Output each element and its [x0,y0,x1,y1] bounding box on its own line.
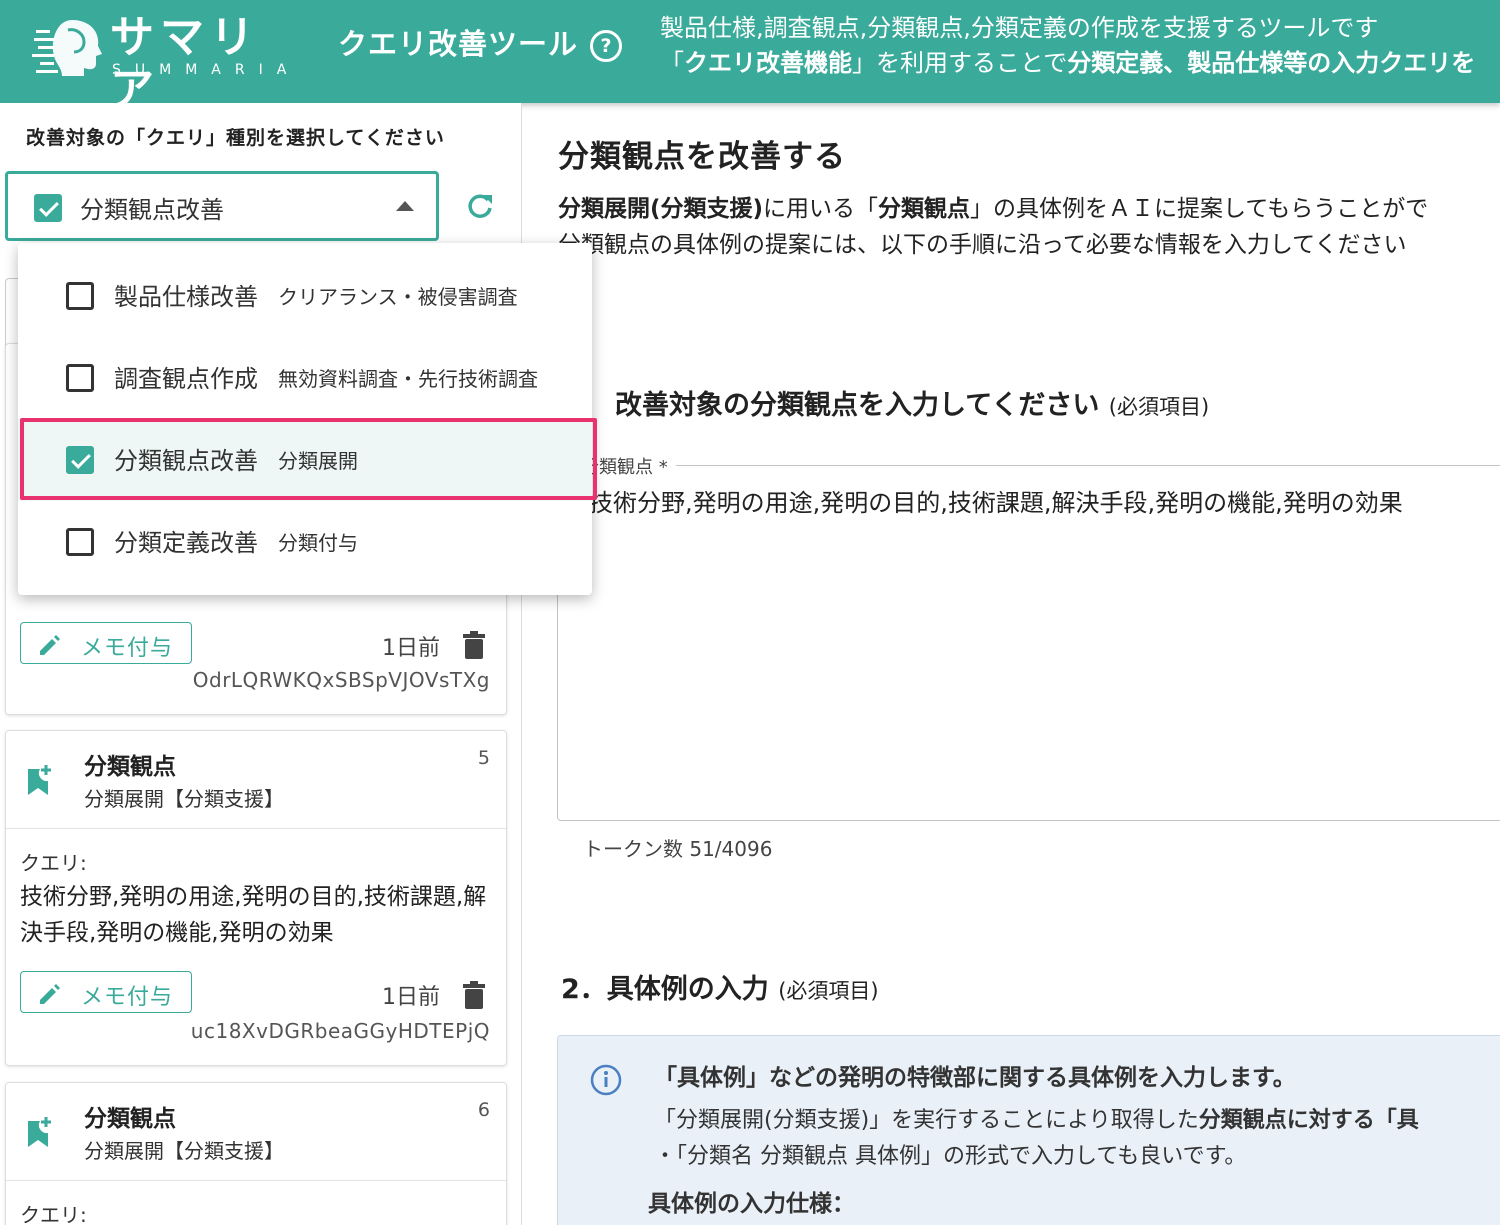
card-number: 6 [477,1099,490,1121]
history-card[interactable]: 分類観点 分類展開【分類支援】 6 クエリ: [5,1082,507,1225]
field-value[interactable]: 技術分野,発明の用途,発明の目的,技術課題,解決手段,発明の機能,発明の効果 [589,483,1403,518]
tool-title: クエリ改善ツール [338,27,579,61]
bookmark-add-icon [28,765,51,795]
dropdown-option-product-spec[interactable]: 製品仕様改善 クリアランス・被侵害調査 [18,255,592,337]
memo-label: メモ付与 [81,985,174,1010]
summaria-logo[interactable]: サマリア SUMMARIA [30,12,290,103]
card-title: 分類観点 [84,754,176,780]
option-label: 分類観点改善 [114,447,258,475]
trash-icon[interactable] [462,631,486,659]
checked-checkbox-icon[interactable] [66,446,94,474]
card-title: 分類観点 [84,1106,176,1132]
card-header: 分類観点 分類展開【分類支援】 5 [6,731,506,829]
card-id: OdrLQRWKQxSBSpVJOVsTXg [192,668,490,692]
pencil-icon [40,984,60,1004]
dropdown-option-survey-viewpoint[interactable]: 調査観点作成 無効資料調査・先行技術調査 [18,337,592,419]
time-ago: 1日前 [382,985,440,1010]
card-id: uc18XvDGRbeaGGyHDTEPjQ [190,1019,490,1043]
classification-viewpoint-textarea[interactable] [557,465,1500,821]
main-content: 分類観点を改善する 分類展開(分類支援)に用いる「分類観点」の具体例をＡＩに提案… [523,103,1500,1225]
section2-title: 2．具体例の入力 (必須項目) [561,974,879,1005]
option-label: 調査観点作成 [114,365,258,393]
info-icon [590,1064,622,1096]
trash-icon[interactable] [462,981,486,1009]
help-icon[interactable]: ? [590,30,622,62]
info-spec-heading: 具体例の入力仕様： [648,1191,855,1217]
required-tag: (必須項目) [778,979,879,1003]
token-count: トークン数 51/4096 [583,837,773,861]
checkbox-icon[interactable] [66,528,94,556]
section1-title: 改善対象の分類観点を入力してください (必須項目) [615,390,1210,421]
info-line1: 「分類展開(分類支援)」を実行することにより取得した分類観点に対する「具 [654,1108,1419,1133]
option-description: クリアランス・被侵害調査 [278,285,518,309]
intro-line1: 分類展開(分類支援)に用いる「分類観点」の具体例をＡＩに提案してもらうことがで [558,196,1429,222]
required-tag: (必須項目) [1108,395,1210,419]
query-text: 技術分野,発明の用途,発明の目的,技術課題,解決手段,発明の機能,発明の効果 [20,884,487,946]
logo-head-icon [32,20,102,76]
option-description: 無効資料調査・先行技術調査 [278,367,538,391]
card-header: 分類観点 分類展開【分類支援】 6 [6,1083,506,1181]
card-subtitle: 分類展開【分類支援】 [84,1139,284,1163]
intro-line2: 分類観点の具体例の提案には、以下の手順に沿って必要な情報を入力してください [558,232,1407,258]
checkbox-icon[interactable] [66,282,94,310]
option-description: 分類付与 [278,531,358,555]
caret-up-icon [396,201,414,211]
query-type-dropdown: 製品仕様改善 クリアランス・被侵害調査 調査観点作成 無効資料調査・先行技術調査… [18,243,592,595]
card-subtitle: 分類展開【分類支援】 [84,787,284,811]
query-type-heading: 改善対象の「クエリ」種別を選択してください [26,127,445,149]
info-box: 「具体例」などの発明の特徴部に関する具体例を入力します。 「分類展開(分類支援)… [557,1035,1500,1225]
page-title: 分類観点を改善する [558,139,846,175]
option-description: 分類展開 [278,449,358,473]
memo-button[interactable]: メモ付与 [20,622,192,664]
checkbox-icon[interactable] [66,364,94,392]
info-line2: ・「分類名 分類観点 具体例」の形式で入力しても良いです。 [654,1144,1247,1169]
time-ago: 1日前 [382,636,440,661]
option-label: 製品仕様改善 [114,283,258,311]
dropdown-option-classification-definition[interactable]: 分類定義改善 分類付与 [18,501,592,583]
query-label: クエリ: [20,851,87,875]
refresh-icon[interactable] [465,191,495,221]
info-title: 「具体例」などの発明の特徴部に関する具体例を入力します。 [654,1065,1296,1091]
logo-text: サマリア [110,12,260,103]
query-label: クエリ: [20,1203,87,1225]
selected-checkbox-icon [34,194,62,222]
select-value: 分類観点改善 [80,196,224,224]
card-number: 5 [477,747,490,769]
dropdown-option-classification-viewpoint[interactable]: 分類観点改善 分類展開 [18,419,592,501]
memo-button[interactable]: メモ付与 [20,971,192,1013]
option-label: 分類定義改善 [114,529,258,557]
history-card[interactable]: 分類観点 分類展開【分類支援】 5 クエリ: 技術分野,発明の用途,発明の目的,… [5,730,507,1066]
logo-subtext: SUMMARIA [112,62,301,78]
pencil-icon [40,635,60,655]
header-description-line2: 「クエリ改善機能」を利用することで分類定義、製品仕様等の入力クエリを [660,49,1476,77]
bookmark-add-icon [28,1117,51,1147]
header-description-line1: 製品仕様,調査観点,分類観点,分類定義の作成を支援するツールです [660,14,1379,42]
query-type-select[interactable]: 分類観点改善 [5,171,439,241]
memo-label: メモ付与 [81,636,174,661]
app-header: サマリア SUMMARIA クエリ改善ツール ? 製品仕様,調査観点,分類観点,… [0,0,1500,103]
